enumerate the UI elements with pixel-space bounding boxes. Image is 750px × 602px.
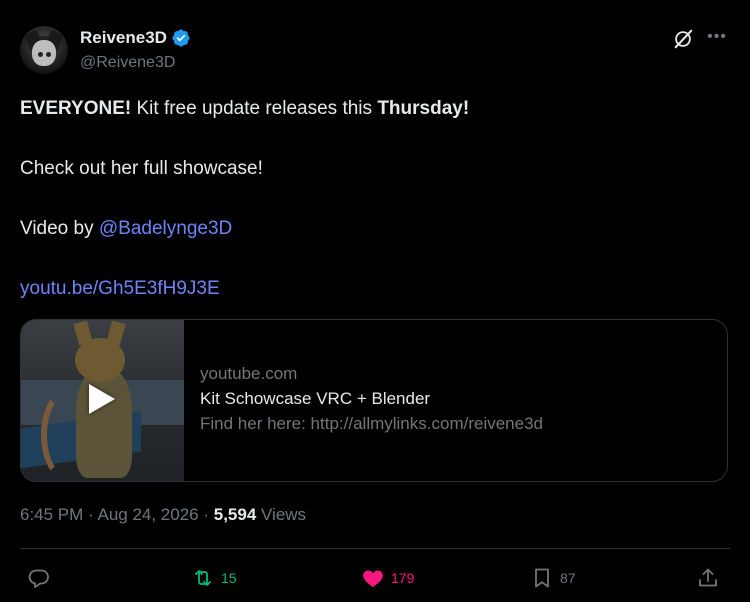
heart-icon <box>363 570 383 587</box>
reply-icon <box>28 569 49 588</box>
card-title: Kit Schowcase VRC + Blender <box>200 389 431 408</box>
share-icon <box>699 568 717 587</box>
post-text-mid: Kit free update releases this <box>131 98 378 119</box>
avatar[interactable] <box>20 26 68 74</box>
more-options-icon[interactable]: ••• <box>704 26 730 52</box>
like-button[interactable]: 179 <box>361 562 414 594</box>
link-preview-card[interactable]: youtube.com Kit Schowcase VRC + Blender … <box>20 319 728 482</box>
bookmark-count: 87 <box>560 570 576 586</box>
card-description: Find her here: http://allmylinks.com/rei… <box>200 414 543 433</box>
views-label: Views <box>256 505 307 524</box>
bookmark-icon <box>535 568 549 588</box>
share-button[interactable] <box>696 562 720 594</box>
display-name[interactable]: Reivene3D <box>80 28 167 48</box>
grok-icon[interactable] <box>672 28 694 50</box>
divider <box>20 548 730 549</box>
name-row: Reivene3D <box>80 28 191 48</box>
post-text-line-3: Video by @Badelynge3D <box>20 218 232 240</box>
timestamp[interactable]: 6:45 PM · Aug 24, 2026 · <box>20 505 214 524</box>
card-text: youtube.com Kit Schowcase VRC + Blender … <box>184 320 543 481</box>
mention-link[interactable]: @Badelynge3D <box>99 218 232 239</box>
post-header: Reivene3D @Reivene3D ••• <box>20 18 730 78</box>
verified-badge-icon[interactable] <box>171 28 191 48</box>
card-domain: youtube.com <box>200 364 298 383</box>
handle[interactable]: @Reivene3D <box>80 54 175 72</box>
video-by-label: Video by <box>20 218 99 239</box>
play-icon[interactable] <box>89 384 115 414</box>
views-count: 5,594 <box>213 505 257 524</box>
retweet-count: 15 <box>221 570 237 586</box>
reply-button[interactable] <box>27 562 51 594</box>
bookmark-button[interactable]: 87 <box>530 562 576 594</box>
post-text-line-1: EVERYONE! Kit free update releases this … <box>20 98 469 120</box>
post-meta: 6:45 PM · Aug 24, 2026 · 5,594 Views <box>20 505 306 525</box>
post-text-line-4: youtu.be/Gh5E3fH9J3E <box>20 278 220 300</box>
youtube-link[interactable]: youtu.be/Gh5E3fH9J3E <box>20 278 220 299</box>
retweet-icon <box>195 570 211 586</box>
retweet-button[interactable]: 15 <box>191 562 237 594</box>
video-thumbnail[interactable] <box>21 320 184 481</box>
post-emphasis-everyone: EVERYONE! <box>20 98 132 119</box>
post-emphasis-thursday: Thursday! <box>377 98 470 119</box>
post-text-line-2: Check out her full showcase! <box>20 158 263 179</box>
like-count: 179 <box>391 570 415 586</box>
action-bar: 15 179 87 <box>0 562 750 594</box>
